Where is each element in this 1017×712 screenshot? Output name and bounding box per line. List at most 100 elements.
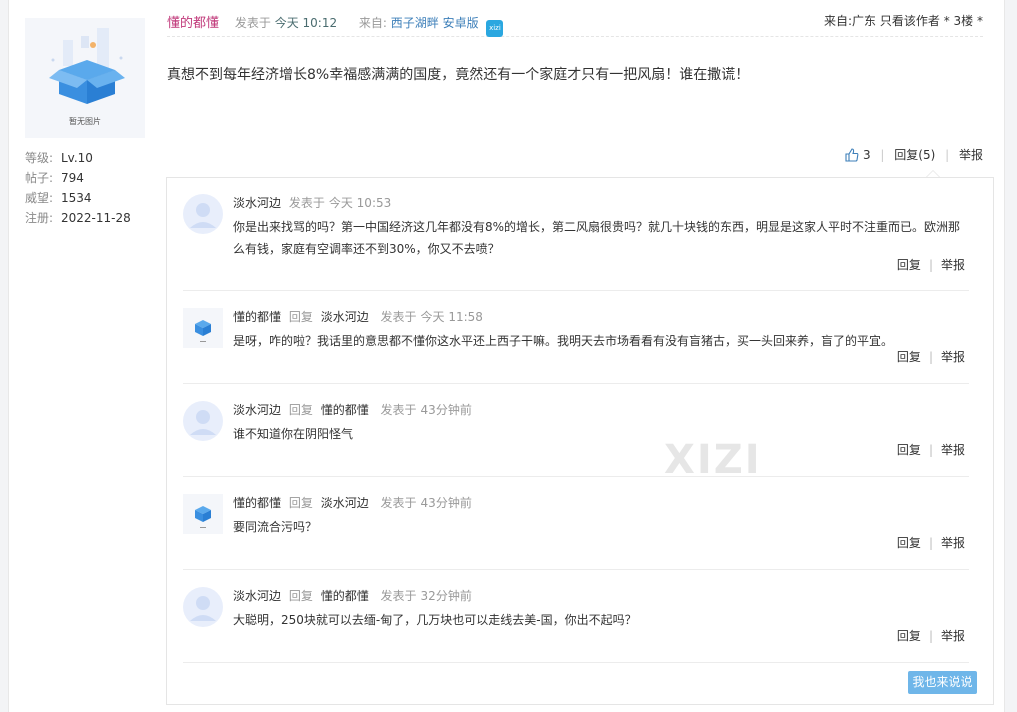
reply-to-user[interactable]: 懂的都懂 bbox=[321, 589, 369, 603]
reply-text: 懂的都懂 回复 淡水河边 发表于 今天 11:58 是呀，咋的啦？我话里的意思都不… bbox=[233, 308, 965, 352]
reply-content: 要同流合污吗？ bbox=[233, 520, 318, 534]
divider: | bbox=[945, 148, 950, 162]
reply-actions: 回复 | 举报 bbox=[897, 441, 965, 458]
post-container: 暂无图片 等级: Lv.10 帖子: 794 威望: 1534 注册: 2022-11-… bbox=[8, 0, 1005, 712]
divider: | bbox=[928, 350, 933, 364]
report-button[interactable]: 举报 bbox=[941, 258, 965, 272]
report-button[interactable]: 举报 bbox=[941, 536, 965, 550]
box-avatar-icon[interactable] bbox=[183, 308, 223, 348]
reply-item: 淡水河边 回复 懂的都懂 发表于 32分钟前 大聪明，250块就可以去缅-甸了，几… bbox=[183, 587, 969, 663]
reply-author[interactable]: 淡水河边 bbox=[233, 196, 281, 210]
post-header-right: 来自:广东 只看该作者 * 3楼 * bbox=[824, 12, 983, 29]
reply-divider bbox=[183, 662, 969, 663]
reply-divider bbox=[183, 290, 969, 291]
reply-author[interactable]: 懂的都懂 bbox=[233, 310, 281, 324]
thumbs-up-icon[interactable] bbox=[845, 148, 859, 167]
author-only-link[interactable]: 只看该作者 bbox=[880, 14, 940, 28]
reply-text: 懂的都懂 回复 淡水河边 发表于 43分钟前 要同流合污吗？ bbox=[233, 494, 965, 538]
posted-label: 发表于 bbox=[234, 16, 271, 30]
divider: | bbox=[928, 258, 933, 272]
reply-text: 淡水河边 发表于 今天 10:53 你是出来找骂的吗？第一中国经济这几年都没有8%… bbox=[233, 194, 965, 260]
reply-word: 回复 bbox=[288, 310, 313, 324]
post-content: 真想不到每年经济增长8%幸福感满满的国度，竟然还有一个家庭才只有一把风扇！谁在撒… bbox=[167, 67, 750, 83]
reply-meta: 懂的都懂 回复 淡水河边 发表于 今天 11:58 bbox=[233, 308, 965, 326]
reply-text: 淡水河边 回复 懂的都懂 发表于 43分钟前 谁不知道你在阴阳怪气 bbox=[233, 401, 965, 445]
say-something-button[interactable]: 我也来说说 bbox=[908, 671, 977, 694]
reply-actions: 回复 | 举报 bbox=[897, 627, 965, 644]
reply-to-user[interactable]: 淡水河边 bbox=[321, 310, 369, 324]
reply-button[interactable]: 回复 bbox=[897, 258, 921, 272]
reply-item: 懂的都懂 回复 淡水河边 发表于 43分钟前 要同流合污吗？ 回复 | 举报 bbox=[183, 494, 969, 570]
reply-count-button[interactable]: 回复(5) bbox=[894, 148, 935, 162]
reply-button[interactable]: 回复 bbox=[897, 350, 921, 364]
divider: | bbox=[928, 536, 933, 550]
reply-item: 懂的都懂 回复 淡水河边 发表于 今天 11:58 是呀，咋的啦？我话里的意思都不… bbox=[183, 308, 969, 384]
reply-meta: 淡水河边 发表于 今天 10:53 bbox=[233, 194, 965, 212]
reply-time-label: 发表于 bbox=[380, 403, 417, 417]
reply-divider bbox=[183, 476, 969, 477]
reply-meta: 淡水河边 回复 懂的都懂 发表于 43分钟前 bbox=[233, 401, 965, 419]
box-avatar-icon[interactable] bbox=[183, 494, 223, 534]
reply-time: 43分钟前 bbox=[420, 496, 472, 510]
reply-author[interactable]: 淡水河边 bbox=[233, 589, 281, 603]
stat-level: 等级: Lv.10 bbox=[25, 151, 93, 165]
reply-item: 淡水河边 回复 懂的都懂 发表于 43分钟前 谁不知道你在阴阳怪气 回复 | 举报 bbox=[183, 401, 969, 477]
reply-actions: 回复 | 举报 bbox=[897, 348, 965, 365]
stat-posts: 帖子: 794 bbox=[25, 171, 84, 185]
reply-content: 是呀，咋的啦？我话里的意思都不懂你这水平还上西子干嘛。我明天去市场看看有没有盲猪… bbox=[233, 334, 894, 348]
reply-time-label: 发表于 bbox=[380, 310, 417, 324]
location: 来自:广东 bbox=[824, 14, 877, 28]
post-actions: 3 | 回复(5) | 举报 bbox=[845, 146, 983, 164]
app-badge-icon: xizi bbox=[486, 20, 504, 37]
reply-word: 回复 bbox=[288, 589, 313, 603]
post-author[interactable]: 懂的都懂 bbox=[167, 16, 219, 31]
reply-time: 43分钟前 bbox=[420, 403, 472, 417]
reply-word: 回复 bbox=[288, 403, 313, 417]
user-stats: 等级: Lv.10 帖子: 794 威望: 1534 注册: 2022-11-28 bbox=[25, 148, 165, 228]
reply-list: 淡水河边 发表于 今天 10:53 你是出来找骂的吗？第一中国经济这几年都没有8%… bbox=[166, 177, 994, 705]
reply-actions: 回复 | 举报 bbox=[897, 256, 965, 273]
reply-pointer bbox=[926, 170, 940, 177]
user-avatar-icon[interactable] bbox=[183, 587, 223, 627]
reply-time-label: 发表于 bbox=[380, 496, 417, 510]
avatar-caption: 暂无图片 bbox=[69, 117, 101, 126]
reply-item: 淡水河边 发表于 今天 10:53 你是出来找骂的吗？第一中国经济这几年都没有8%… bbox=[183, 194, 969, 290]
reply-content: 大聪明，250块就可以去缅-甸了，几万块也可以走线去美-国，你出不起吗？ bbox=[233, 613, 637, 627]
like-count[interactable]: 3 bbox=[863, 148, 871, 162]
floor-number: * 3楼 * bbox=[943, 14, 983, 28]
reply-word: 回复 bbox=[288, 496, 313, 510]
avatar[interactable]: 暂无图片 bbox=[25, 18, 145, 138]
reply-divider bbox=[183, 569, 969, 570]
report-button[interactable]: 举报 bbox=[941, 443, 965, 457]
reply-author[interactable]: 淡水河边 bbox=[233, 403, 281, 417]
reply-divider bbox=[183, 383, 969, 384]
user-avatar-icon[interactable] bbox=[183, 401, 223, 441]
post-header: 懂的都懂 发表于 今天 10:12 来自: 西子湖畔 安卓版 xizi 来自:广… bbox=[167, 12, 983, 37]
report-button[interactable]: 举报 bbox=[941, 350, 965, 364]
reply-time-label: 发表于 bbox=[380, 589, 417, 603]
divider: | bbox=[928, 443, 933, 457]
reply-button[interactable]: 回复 bbox=[897, 536, 921, 550]
reply-content: 谁不知道你在阴阳怪气 bbox=[233, 427, 354, 441]
divider: | bbox=[928, 629, 933, 643]
from-source-link[interactable]: 西子湖畔 安卓版 bbox=[391, 16, 479, 30]
reply-time: 32分钟前 bbox=[420, 589, 472, 603]
reply-button[interactable]: 回复 bbox=[897, 629, 921, 643]
reply-time: 今天 10:53 bbox=[328, 196, 392, 210]
reply-author[interactable]: 懂的都懂 bbox=[233, 496, 281, 510]
reply-meta: 懂的都懂 回复 淡水河边 发表于 43分钟前 bbox=[233, 494, 965, 512]
divider: | bbox=[880, 148, 885, 162]
reply-button[interactable]: 回复 bbox=[897, 443, 921, 457]
user-avatar-icon[interactable] bbox=[183, 194, 223, 234]
reply-time-label: 发表于 bbox=[288, 196, 325, 210]
watermark: XIZI bbox=[664, 437, 762, 483]
reply-text: 淡水河边 回复 懂的都懂 发表于 32分钟前 大聪明，250块就可以去缅-甸了，几… bbox=[233, 587, 965, 631]
posted-time: 今天 10:12 bbox=[274, 16, 338, 30]
reply-content: 你是出来找骂的吗？第一中国经济这几年都没有8%的增长，第二风扇很贵吗？就几十块钱… bbox=[233, 220, 961, 256]
report-button[interactable]: 举报 bbox=[959, 148, 983, 162]
reply-to-user[interactable]: 淡水河边 bbox=[321, 496, 369, 510]
reply-to-user[interactable]: 懂的都懂 bbox=[321, 403, 369, 417]
reply-meta: 淡水河边 回复 懂的都懂 发表于 32分钟前 bbox=[233, 587, 965, 605]
report-button[interactable]: 举报 bbox=[941, 629, 965, 643]
stat-prestige: 威望: 1534 bbox=[25, 191, 92, 205]
